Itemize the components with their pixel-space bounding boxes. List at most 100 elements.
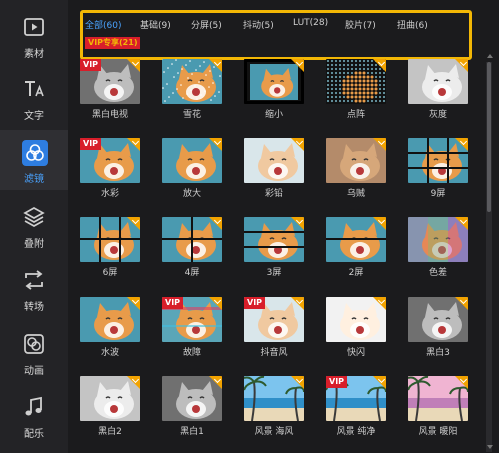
filter-thumbnail[interactable]	[244, 217, 304, 262]
download-icon[interactable]	[209, 59, 222, 72]
download-icon[interactable]	[127, 217, 140, 230]
scroll-up-arrow-icon[interactable]	[487, 54, 493, 58]
filter-item[interactable]: 乌贼	[326, 138, 386, 199]
sidebar-item-3[interactable]: 叠附	[0, 195, 68, 255]
filter-thumbnail[interactable]: VIP	[80, 59, 140, 104]
tab-4[interactable]: LUT(28)	[293, 18, 328, 28]
filter-thumbnail[interactable]: VIP	[326, 376, 386, 421]
filter-thumbnail[interactable]	[80, 297, 140, 342]
filter-thumbnail[interactable]	[326, 59, 386, 104]
download-icon[interactable]	[209, 376, 222, 389]
scrollbar[interactable]	[486, 62, 492, 452]
tab-5[interactable]: 胶片(7)	[345, 18, 376, 31]
filter-thumbnail[interactable]	[408, 59, 468, 104]
download-icon[interactable]	[291, 59, 304, 72]
tab-7[interactable]: VIP专享(21)	[85, 37, 141, 49]
tab-6[interactable]: 扭曲(6)	[397, 18, 428, 31]
filter-thumbnail[interactable]	[80, 217, 140, 262]
filter-thumbnail[interactable]	[408, 297, 468, 342]
download-icon[interactable]	[291, 376, 304, 389]
download-icon[interactable]	[127, 297, 140, 310]
tab-0[interactable]: 全部(60)	[85, 18, 121, 31]
filter-item[interactable]: 4屏	[162, 217, 222, 278]
filter-thumbnail[interactable]	[408, 376, 468, 421]
filter-item[interactable]: VIP 黑白电视	[80, 59, 140, 120]
filter-thumbnail[interactable]	[162, 138, 222, 183]
download-icon[interactable]	[209, 297, 222, 310]
sidebar-item-2[interactable]: 滤镜	[0, 130, 68, 190]
download-icon[interactable]	[291, 297, 304, 310]
filter-item[interactable]: VIP 故障	[162, 297, 222, 358]
download-icon[interactable]	[455, 138, 468, 151]
filter-item[interactable]: 雪花	[162, 59, 222, 120]
filter-thumbnail[interactable]	[408, 138, 468, 183]
filter-thumbnail[interactable]	[244, 59, 304, 104]
filter-label: 雪花	[182, 110, 201, 120]
filter-item[interactable]: VIP 抖音风	[244, 297, 304, 358]
transition-icon	[22, 268, 46, 292]
download-icon[interactable]	[373, 59, 386, 72]
download-icon[interactable]	[291, 217, 304, 230]
filter-item[interactable]: 3屏	[244, 217, 304, 278]
download-icon[interactable]	[127, 138, 140, 151]
tab-3[interactable]: 抖动(5)	[243, 18, 274, 31]
download-icon[interactable]	[455, 217, 468, 230]
filter-thumbnail[interactable]	[162, 217, 222, 262]
filter-thumbnail[interactable]	[326, 217, 386, 262]
filter-item[interactable]: 黑白3	[408, 297, 468, 358]
download-icon[interactable]	[455, 59, 468, 72]
download-icon[interactable]	[455, 297, 468, 310]
filter-item[interactable]: 放大	[162, 138, 222, 199]
filter-item[interactable]: 缩小	[244, 59, 304, 120]
download-icon[interactable]	[373, 138, 386, 151]
filter-item[interactable]: 9屏	[408, 138, 468, 199]
filter-item[interactable]: 色差	[408, 217, 468, 278]
sidebar-item-5[interactable]: 动画	[0, 322, 68, 382]
filter-item[interactable]: 水波	[80, 297, 140, 358]
sidebar-item-1[interactable]: 文字	[0, 67, 68, 127]
filter-item[interactable]: 黑白1	[162, 376, 222, 437]
download-icon[interactable]	[127, 376, 140, 389]
filter-item[interactable]: VIP 水彩	[80, 138, 140, 199]
filter-thumbnail[interactable]	[244, 138, 304, 183]
download-icon[interactable]	[373, 376, 386, 389]
filter-item[interactable]: 风景 海风	[244, 376, 304, 437]
download-icon[interactable]	[291, 138, 304, 151]
filter-item[interactable]: 彩铅	[244, 138, 304, 199]
tab-1[interactable]: 基础(9)	[140, 18, 171, 31]
scroll-down-arrow-icon[interactable]	[487, 445, 493, 449]
filter-thumbnail[interactable]	[244, 376, 304, 421]
filter-thumbnail[interactable]	[326, 138, 386, 183]
filter-item[interactable]: 黑白2	[80, 376, 140, 437]
download-icon[interactable]	[455, 376, 468, 389]
tab-2[interactable]: 分屏(5)	[191, 18, 222, 31]
filter-thumbnail[interactable]: VIP	[244, 297, 304, 342]
filter-thumbnail[interactable]: VIP	[80, 138, 140, 183]
filter-thumbnail[interactable]: VIP	[162, 297, 222, 342]
filter-thumbnail[interactable]	[326, 297, 386, 342]
filter-label: 水波	[100, 348, 119, 358]
filter-item[interactable]: 灰度	[408, 59, 468, 120]
filter-item[interactable]: 快闪	[326, 297, 386, 358]
filter-item[interactable]: 点阵	[326, 59, 386, 120]
filter-item[interactable]: 2屏	[326, 217, 386, 278]
scrollbar-thumb[interactable]	[487, 62, 491, 212]
filter-item[interactable]: 6屏	[80, 217, 140, 278]
filter-thumbnail[interactable]	[162, 59, 222, 104]
download-icon[interactable]	[373, 297, 386, 310]
download-icon[interactable]	[127, 59, 140, 72]
filter-label: 风景 暖阳	[418, 427, 458, 437]
filter-thumbnail[interactable]	[162, 376, 222, 421]
sidebar-item-0[interactable]: 素材	[0, 5, 68, 65]
filter-item[interactable]: 风景 暖阳	[408, 376, 468, 437]
download-icon[interactable]	[209, 138, 222, 151]
sidebar-item-4[interactable]: 转场	[0, 258, 68, 318]
filter-thumbnail[interactable]	[80, 376, 140, 421]
download-icon[interactable]	[373, 217, 386, 230]
filter-thumbnail[interactable]	[408, 217, 468, 262]
download-icon[interactable]	[209, 217, 222, 230]
filter-item[interactable]: VIP 风景 纯净	[326, 376, 386, 437]
filter-panel: 全部(60) 基础(9) 分屏(5) 抖动(5) LUT(28) 胶片(7) 扭曲(6) VI…	[68, 0, 499, 453]
sidebar-item-6[interactable]: 配乐	[0, 385, 68, 445]
sidebar-item-label: 转场	[24, 302, 44, 313]
